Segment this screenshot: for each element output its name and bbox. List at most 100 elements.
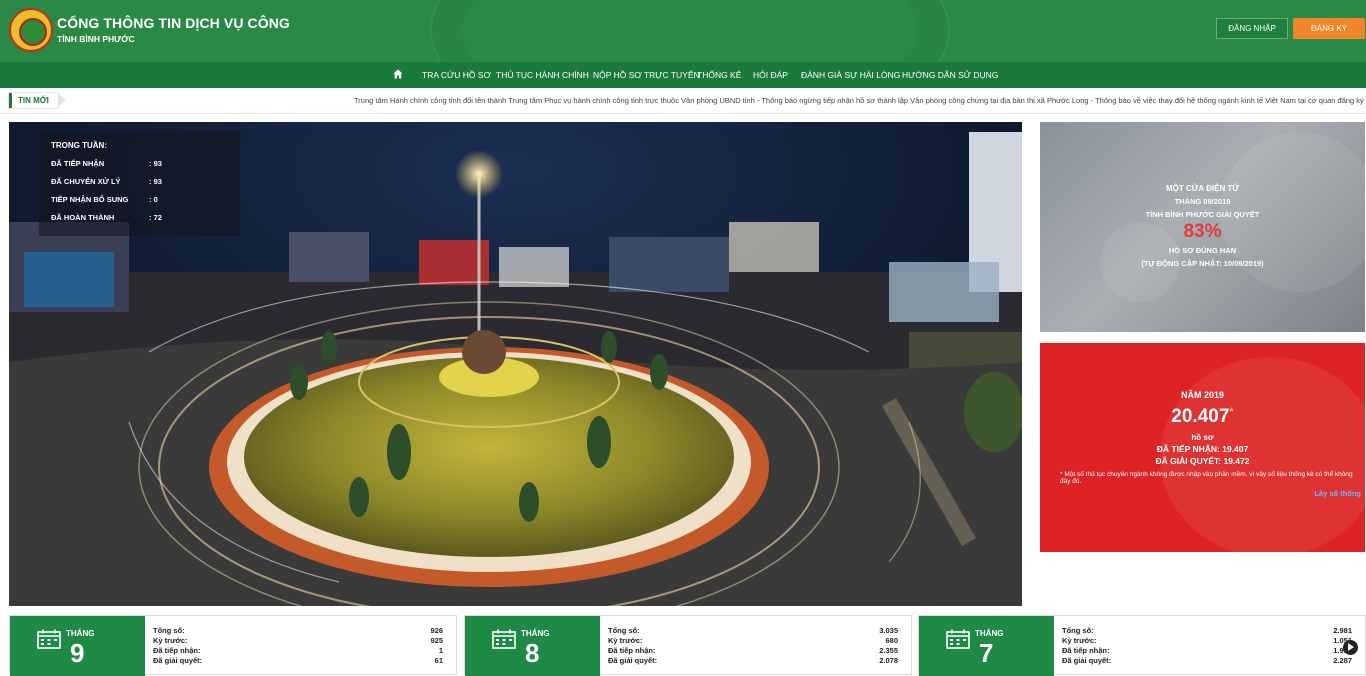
nav-item-tra-cuu-ho-so[interactable]: TRA CỨU HỒ SƠ [422, 70, 491, 80]
nav-item-huong-dan-su-dung[interactable]: HƯỚNG DẪN SỬ DỤNG [902, 70, 998, 80]
site-title[interactable]: CỔNG THÔNG TIN DỊCH VỤ CÔNG [57, 15, 290, 31]
month-stat-value: 2.355 [879, 646, 898, 655]
decorative-circle [1160, 357, 1365, 552]
month-label: THÁNG [66, 629, 95, 638]
year-title: NĂM 2019 [1180, 390, 1225, 400]
nav-item-hoi-dap[interactable]: HỎI ĐÁP [753, 70, 788, 80]
month-card[interactable]: THÁNG 8 Tổng số: 3.035 Kỳ trước: 680 Đã ti… [464, 615, 912, 676]
weekly-stat-label: ĐÃ TIẾP NHẬN [51, 159, 105, 168]
month-card[interactable]: THÁNG 9 Tổng số: 926 Kỳ trước: 925 Đã tiếp… [9, 615, 457, 676]
news-ticker-bar: TIN MỚI Trung tâm Hành chính công tỉnh đ… [0, 88, 1366, 114]
month-card[interactable]: THÁNG 7 Tổng số: 2.981 Kỳ trước: 1.051 Đã … [918, 615, 1366, 676]
month-stat-row: Đã giải quyết: 61 [153, 656, 443, 666]
province-logo-icon[interactable] [9, 8, 53, 52]
nav-item-nop-ho-so-truc-tuyen[interactable]: NỘP HỒ SƠ TRỰC TUYẾN [593, 70, 700, 80]
month-stat-row: Kỳ trước: 680 [608, 636, 898, 646]
nav-item-thu-tuc-hanh-chinh[interactable]: THỦ TỤC HÀNH CHÍNH [496, 70, 589, 80]
month-stat-value: 926 [430, 626, 443, 635]
month-stat-key: Đã giải quyết: [1062, 656, 1112, 665]
month-stat-key: Tổng số: [1062, 626, 1094, 635]
month-stat-key: Tổng số: [153, 626, 185, 635]
month-stat-value: 925 [430, 636, 443, 645]
year-total: 20.407* [1040, 406, 1365, 428]
main-nav: TRA CỨU HỒ SƠ THỦ TỤC HÀNH CHÍNH NỘP HỒ … [0, 62, 1366, 88]
month-stats: Tổng số: 2.981 Kỳ trước: 1.051 Đã tiếp nhậ… [1062, 626, 1352, 666]
nav-item-thong-ke[interactable]: THỐNG KÊ [697, 70, 741, 80]
month-stat-value: 2.078 [879, 656, 898, 665]
month-stats: Tổng số: 3.035 Kỳ trước: 680 Đã tiếp nhận:… [608, 626, 898, 666]
month-number: 7 [979, 638, 994, 668]
header-drum-pattern [430, 0, 950, 62]
month-stat-key: Tổng số: [608, 626, 640, 635]
month-stats: Tổng số: 926 Kỳ trước: 925 Đã tiếp nhận: 1 … [153, 626, 443, 666]
year-footnote: * Một số thủ tục chuyên ngành không được… [1060, 471, 1353, 485]
year-stats-link[interactable]: Lấy số thống [1314, 489, 1361, 498]
nav-item-danh-gia-su-hai-long[interactable]: ĐÁNH GIÁ SỰ HÀI LÒNG [801, 70, 900, 80]
month-stat-key: Đã giải quyết: [153, 656, 203, 665]
month-stat-row: Tổng số: 926 [153, 626, 443, 636]
month-stat-row: Đã giải quyết: 2.287 [1062, 656, 1352, 666]
month-stat-key: Kỳ trước: [1062, 636, 1097, 645]
site-subtitle: TỈNH BÌNH PHƯỚC [57, 34, 135, 44]
month-stat-value: 1 [438, 646, 443, 655]
calendar-icon [37, 629, 61, 649]
one-stop-line3: TỈNH BÌNH PHƯỚC GIẢI QUYẾT [1145, 210, 1260, 219]
month-stat-value: 3.035 [879, 626, 898, 635]
month-stat-key: Kỳ trước: [608, 636, 643, 645]
year-unit: hồ sơ [1191, 433, 1214, 442]
month-stat-value: 61 [434, 656, 443, 665]
carousel-next-icon[interactable] [1343, 640, 1358, 655]
year-stats-panel: NĂM 2019 20.407* hồ sơ ĐÃ TIẾP NHẬN: 19.… [1040, 343, 1365, 552]
month-stat-row: Tổng số: 3.035 [608, 626, 898, 636]
year-total-value: 20.407 [1171, 406, 1230, 427]
month-number: 9 [70, 638, 85, 668]
calendar-icon [946, 629, 970, 649]
month-stat-key: Đã giải quyết: [608, 656, 658, 665]
year-total-asterisk: * [1229, 406, 1234, 418]
month-stat-value: 2.287 [1333, 656, 1352, 665]
month-stat-row: Đã tiếp nhận: 1.930 [1062, 646, 1352, 656]
weekly-stat-value: : 93 [149, 159, 162, 168]
news-tag: TIN MỚI [9, 93, 66, 108]
login-button[interactable]: ĐĂNG NHẬP [1216, 18, 1288, 39]
month-stat-row: Đã tiếp nhận: 1 [153, 646, 443, 656]
month-stat-row: Tổng số: 2.981 [1062, 626, 1352, 636]
home-icon[interactable] [393, 69, 403, 79]
weekly-stats-title: TRONG TUẦN: [51, 141, 107, 150]
month-card-head: THÁNG 7 [919, 616, 1054, 676]
weekly-stat-label: ĐÃ HOÀN THÀNH [51, 213, 115, 222]
hero-banner-image: TRONG TUẦN: ĐÃ TIẾP NHẬN : 93 ĐÃ CHUYỂN … [9, 122, 1022, 606]
month-stat-value: 2.981 [1333, 626, 1352, 635]
calendar-icon [492, 629, 516, 649]
year-received: ĐÃ TIẾP NHẬN: 19.407 [1156, 444, 1249, 454]
one-stop-line5: (TỰ ĐỘNG CẬP NHẬT: 10/09/2019) [1141, 259, 1264, 268]
weekly-stat-value: : 0 [149, 195, 158, 204]
one-stop-line4: HỒ SƠ ĐÚNG HẠN [1168, 246, 1237, 255]
site-header: CỔNG THÔNG TIN DỊCH VỤ CÔNG TỈNH BÌNH PH… [0, 0, 1366, 62]
month-stat-key: Đã tiếp nhận: [608, 646, 656, 655]
weekly-stat-label: ĐÃ CHUYỂN XỬ LÝ [51, 177, 121, 186]
weekly-stat-value: : 93 [149, 177, 162, 186]
month-stat-key: Đã tiếp nhận: [153, 646, 201, 655]
month-label: THÁNG [975, 629, 1004, 638]
month-stat-row: Đã tiếp nhận: 2.355 [608, 646, 898, 656]
month-stat-value: 680 [885, 636, 898, 645]
one-stop-percent: 83% [1183, 221, 1222, 242]
month-number: 8 [525, 638, 540, 668]
one-stop-line1: MỘT CỬA ĐIỆN TỬ [1166, 184, 1239, 193]
month-stat-row: Kỳ trước: 1.051 [1062, 636, 1352, 646]
month-stat-key: Kỳ trước: [153, 636, 188, 645]
month-label: THÁNG [521, 629, 550, 638]
weekly-stat-label: TIẾP NHẬN BỔ SUNG [51, 195, 129, 204]
one-stop-panel[interactable]: MỘT CỬA ĐIỆN TỬ THÁNG 09/2019 TỈNH BÌNH … [1040, 122, 1365, 332]
month-stat-key: Đã tiếp nhận: [1062, 646, 1110, 655]
year-resolved: ĐÃ GIẢI QUYẾT: 19.472 [1155, 456, 1250, 466]
month-card-head: THÁNG 9 [10, 616, 145, 676]
weekly-stats-box: TRONG TUẦN: ĐÃ TIẾP NHẬN : 93 ĐÃ CHUYỂN … [39, 131, 240, 236]
month-stat-row: Kỳ trước: 925 [153, 636, 443, 646]
one-stop-line2: THÁNG 09/2019 [1174, 197, 1231, 206]
news-ticker-text[interactable]: Trung tâm Hành chính công tỉnh đổi tên t… [354, 96, 1366, 105]
register-button[interactable]: ĐĂNG KÝ [1293, 18, 1365, 39]
month-stat-row: Đã giải quyết: 2.078 [608, 656, 898, 666]
month-card-head: THÁNG 8 [465, 616, 600, 676]
